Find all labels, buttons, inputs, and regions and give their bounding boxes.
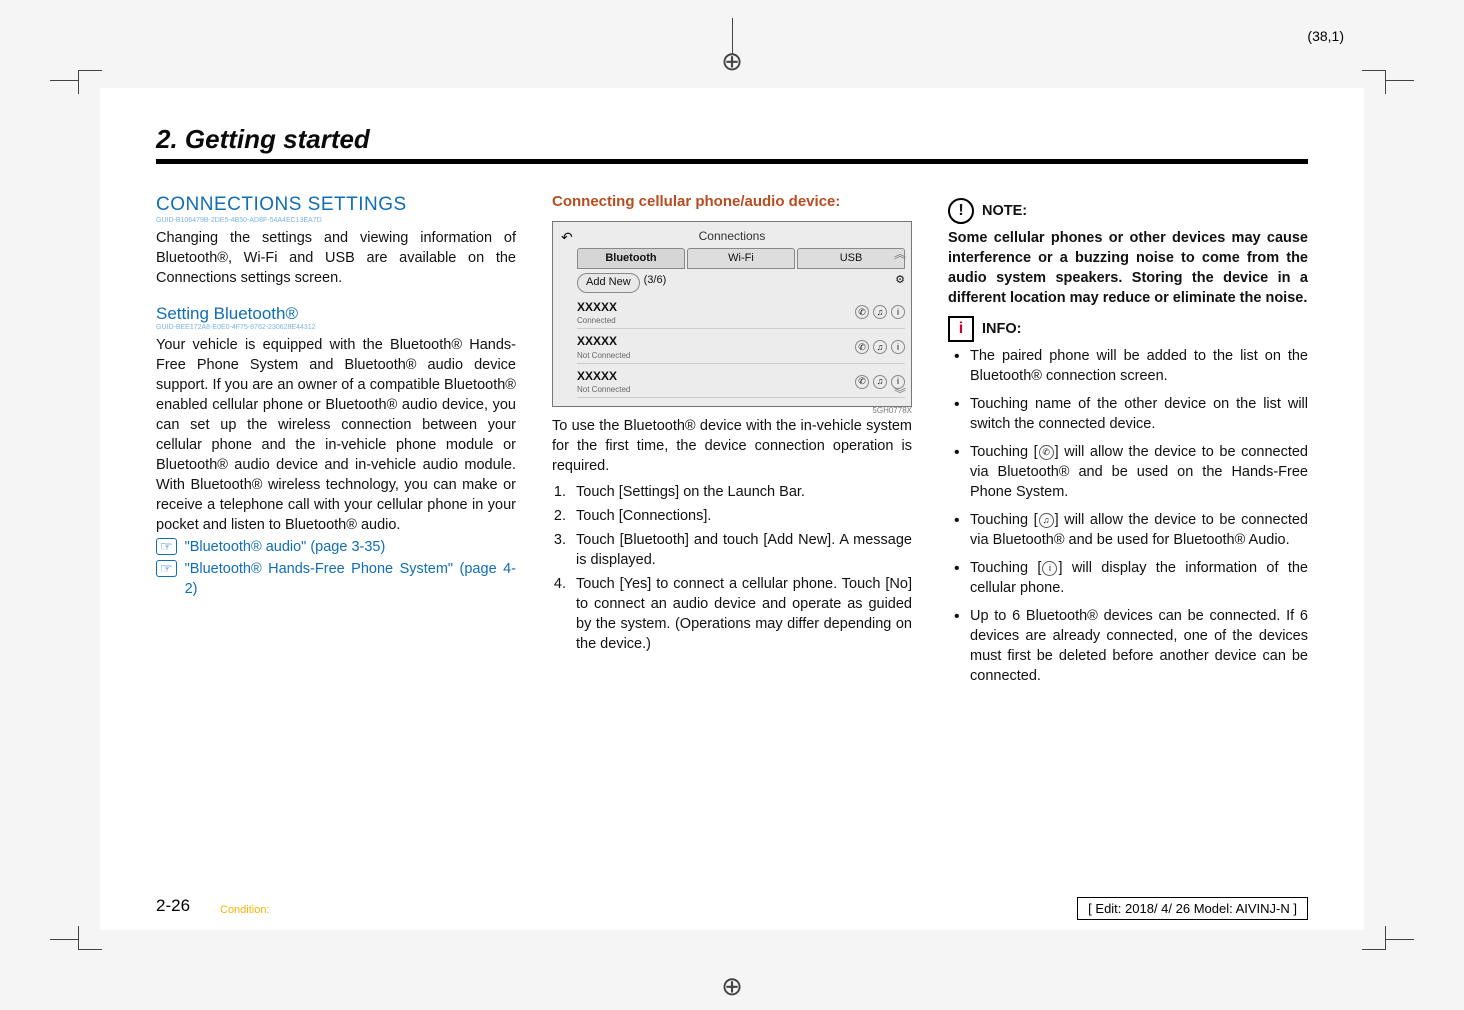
body-text: Changing the settings and viewing inform… xyxy=(156,228,516,288)
registration-mark-bottom xyxy=(721,971,743,1002)
cross-reference: ☞ "Bluetooth® Hands-Free Phone System" (… xyxy=(156,559,516,599)
reference-text: "Bluetooth® audio" (page 3-35) xyxy=(185,537,516,557)
figure-screenshot: ↶ Connections Bluetooth Wi-Fi USB Add Ne… xyxy=(552,221,912,408)
music-icon: ♫ xyxy=(873,305,887,319)
info-item: Touching [✆] will allow the device to be… xyxy=(948,442,1308,502)
crop-tick xyxy=(1386,939,1414,940)
figure-title: Connections xyxy=(559,228,905,245)
crop-mark xyxy=(1362,926,1386,950)
condition-label: Condition: xyxy=(220,904,270,916)
step-item: Touch [Yes] to connect a cellular phone.… xyxy=(570,574,912,654)
music-icon: ♫ xyxy=(1039,513,1054,528)
info-box-icon: i xyxy=(948,316,974,342)
device-status: Not Connected xyxy=(577,350,630,361)
step-list: Touch [Settings] on the Launch Bar. Touc… xyxy=(570,482,912,654)
content-columns: CONNECTIONS SETTINGS GUID-B106479B-2DE5-… xyxy=(156,192,1308,694)
note-header: ! NOTE: xyxy=(948,198,1308,224)
subsection-heading: Setting Bluetooth® xyxy=(156,302,516,325)
device-row: XXXXXConnected ✆♫i xyxy=(577,297,905,330)
column-2: Connecting cellular phone/audio device: … xyxy=(552,192,912,694)
info-icon: i xyxy=(1042,561,1057,576)
info-item: Up to 6 Bluetooth® devices can be connec… xyxy=(948,606,1308,686)
reference-icon: ☞ xyxy=(156,560,177,577)
body-text: Your vehicle is equipped with the Blueto… xyxy=(156,335,516,535)
device-row: XXXXXNot Connected ✆♫i xyxy=(577,331,905,364)
section-heading: CONNECTIONS SETTINGS xyxy=(156,192,516,218)
page-sheet: 2. Getting started CONNECTIONS SETTINGS … xyxy=(100,88,1364,930)
info-list: The paired phone will be added to the li… xyxy=(948,346,1308,686)
info-item: Touching [i] will display the informatio… xyxy=(948,558,1308,598)
info-item: Touching name of the other device on the… xyxy=(948,394,1308,434)
crop-tick xyxy=(1386,80,1414,81)
back-icon: ↶ xyxy=(561,228,573,247)
music-icon: ♫ xyxy=(873,340,887,354)
step-item: Touch [Settings] on the Launch Bar. xyxy=(570,482,912,502)
device-name: XXXXX xyxy=(577,368,630,385)
procedure-heading: Connecting cellular phone/audio device: xyxy=(552,192,912,213)
step-item: Touch [Connections]. xyxy=(570,506,912,526)
device-name: XXXXX xyxy=(577,333,630,350)
info-label: INFO: xyxy=(982,319,1021,339)
page-marker: (38,1) xyxy=(1307,28,1344,44)
guid-code: GUID-BEE172A8-E0E0-4F75-8762-230628E4431… xyxy=(156,323,516,333)
chapter-rule xyxy=(156,159,1308,164)
device-status: Not Connected xyxy=(577,384,630,395)
crop-tick xyxy=(50,80,78,81)
registration-mark-top xyxy=(697,18,767,78)
device-row: XXXXXNot Connected ✆♫i xyxy=(577,366,905,399)
device-status: Connected xyxy=(577,315,617,326)
crop-tick xyxy=(50,939,78,940)
edit-metadata-box: [ Edit: 2018/ 4/ 26 Model: AIVINJ-N ] xyxy=(1077,897,1308,920)
info-item: The paired phone will be added to the li… xyxy=(948,346,1308,386)
caution-icon: ! xyxy=(948,198,974,224)
column-1: CONNECTIONS SETTINGS GUID-B106479B-2DE5-… xyxy=(156,192,516,694)
music-icon: ♫ xyxy=(873,375,887,389)
page-number: 2-26 xyxy=(156,896,190,916)
phone-icon: ✆ xyxy=(855,340,869,354)
phone-icon: ✆ xyxy=(855,375,869,389)
reference-text: "Bluetooth® Hands-Free Phone System" (pa… xyxy=(185,559,516,599)
crop-mark xyxy=(78,926,102,950)
device-name: XXXXX xyxy=(577,299,617,316)
scroll-arrows: ︽︾ xyxy=(893,246,907,403)
chapter-title: 2. Getting started xyxy=(156,124,1308,155)
info-item: Touching [♫] will allow the device to be… xyxy=(948,510,1308,550)
step-item: Touch [Bluetooth] and touch [Add New]. A… xyxy=(570,530,912,570)
phone-icon: ✆ xyxy=(1039,445,1054,460)
note-body: Some cellular phones or other devices ma… xyxy=(948,228,1308,308)
tab-usb: USB xyxy=(797,248,905,269)
add-new-button: Add New xyxy=(577,273,640,292)
info-header: i INFO: xyxy=(948,316,1308,342)
body-text: To use the Bluetooth® device with the in… xyxy=(552,416,912,476)
tab-wifi: Wi-Fi xyxy=(687,248,795,269)
column-3: ! NOTE: Some cellular phones or other de… xyxy=(948,192,1308,694)
device-count: (3/6) xyxy=(644,273,667,292)
crop-mark xyxy=(1362,70,1386,94)
note-label: NOTE: xyxy=(982,201,1027,221)
phone-icon: ✆ xyxy=(855,305,869,319)
tab-bluetooth: Bluetooth xyxy=(577,248,685,269)
cross-reference: ☞ "Bluetooth® audio" (page 3-35) xyxy=(156,537,516,557)
reference-icon: ☞ xyxy=(156,538,177,555)
crop-mark xyxy=(78,70,102,94)
